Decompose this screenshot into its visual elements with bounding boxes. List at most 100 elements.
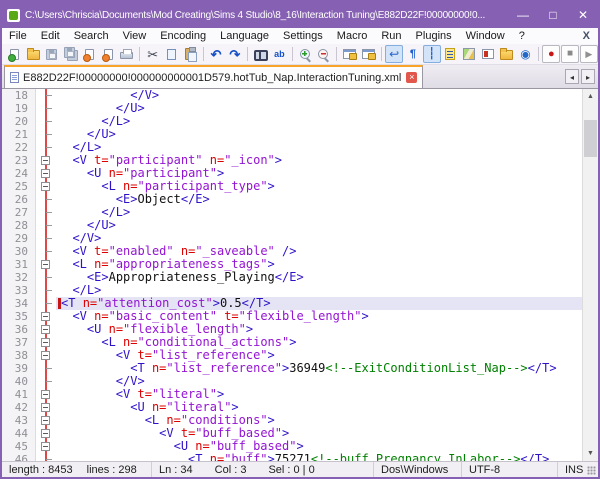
save-icon[interactable] xyxy=(43,45,61,63)
cut-icon[interactable]: ✂ xyxy=(144,45,162,63)
menu-item-window[interactable]: Window xyxy=(459,28,512,44)
tab-label: E882D22F!00000000!000000000001D579.hotTu… xyxy=(23,72,401,84)
fold-tick xyxy=(46,199,52,200)
fold-collapse-icon[interactable] xyxy=(41,260,50,269)
fold-collapse-icon[interactable] xyxy=(41,403,50,412)
line-number: 37 xyxy=(2,336,35,349)
document-list-icon[interactable] xyxy=(479,45,497,63)
fold-collapse-icon[interactable] xyxy=(41,156,50,165)
scroll-down-icon[interactable]: ▼ xyxy=(583,446,598,461)
document-map-icon[interactable] xyxy=(460,45,478,63)
menu-item-search[interactable]: Search xyxy=(67,28,116,44)
code-line[interactable]: </U> xyxy=(56,128,582,141)
copy-icon[interactable] xyxy=(163,45,181,63)
menu-item-settings[interactable]: Settings xyxy=(276,28,330,44)
code-line[interactable]: </U> xyxy=(56,102,582,115)
fold-margin xyxy=(36,89,56,461)
redo-icon[interactable]: ↷ xyxy=(226,45,244,63)
code-line[interactable]: </U> xyxy=(56,219,582,232)
fold-tick xyxy=(46,108,52,109)
sync-vertical-icon[interactable] xyxy=(341,45,359,63)
code-line[interactable]: <E>Appropriateness_Playing</E> xyxy=(56,271,582,284)
resize-grip[interactable] xyxy=(587,466,596,475)
fold-tick xyxy=(46,368,52,369)
fold-collapse-icon[interactable] xyxy=(41,390,50,399)
minimize-button[interactable]: — xyxy=(508,2,538,28)
fold-collapse-icon[interactable] xyxy=(41,169,50,178)
fold-row xyxy=(36,115,56,128)
fold-row xyxy=(36,167,56,180)
menu-item-encoding[interactable]: Encoding xyxy=(153,28,213,44)
close-icon[interactable] xyxy=(81,45,99,63)
open-file-icon[interactable] xyxy=(24,45,42,63)
sync-horizontal-icon[interactable] xyxy=(360,45,378,63)
fold-collapse-icon[interactable] xyxy=(41,351,50,360)
folder-as-workspace-icon[interactable] xyxy=(498,45,516,63)
fold-collapse-icon[interactable] xyxy=(41,442,50,451)
tab-scroll-right-icon[interactable]: ▸ xyxy=(581,69,595,84)
menu-item-macro[interactable]: Macro xyxy=(330,28,375,44)
find-icon[interactable] xyxy=(252,45,270,63)
text-area[interactable]: </V> </U> </L> </U> </L> <V t="participa… xyxy=(56,89,582,461)
undo-icon[interactable]: ↶ xyxy=(207,45,225,63)
status-selection: Sel : 0 | 0 xyxy=(268,464,314,476)
menu-item-run[interactable]: Run xyxy=(374,28,408,44)
fold-collapse-icon[interactable] xyxy=(41,312,50,321)
menu-item-edit[interactable]: Edit xyxy=(34,28,67,44)
menu-item-[interactable]: ? xyxy=(512,28,532,44)
menu-item-plugins[interactable]: Plugins xyxy=(409,28,459,44)
word-wrap-icon[interactable]: ↩ xyxy=(385,45,403,63)
status-eol-format: Dos\Windows xyxy=(374,462,462,477)
menu-item-view[interactable]: View xyxy=(116,28,154,44)
fold-tick xyxy=(46,147,52,148)
replace-icon[interactable]: ab xyxy=(270,45,288,63)
status-length: length : 8453 xyxy=(9,464,73,476)
line-number: 36 xyxy=(2,323,35,336)
code-line[interactable]: <E>Object</E> xyxy=(56,193,582,206)
zoom-out-icon[interactable] xyxy=(315,45,333,63)
paste-icon[interactable] xyxy=(181,45,199,63)
close-document-x-button[interactable]: X xyxy=(583,30,590,42)
stop-macro-icon[interactable]: ■ xyxy=(561,45,579,63)
code-line[interactable]: </L> xyxy=(56,115,582,128)
vertical-scrollbar[interactable]: ▲ ▼ xyxy=(582,89,598,461)
show-all-characters-icon[interactable]: ¶ xyxy=(404,45,422,63)
status-lines: lines : 298 xyxy=(87,464,137,476)
zoom-in-icon[interactable] xyxy=(296,45,314,63)
indent-guide-icon[interactable]: ┆ xyxy=(423,45,441,63)
fold-collapse-icon[interactable] xyxy=(41,325,50,334)
save-all-icon[interactable] xyxy=(62,45,80,63)
record-macro-icon[interactable]: ● xyxy=(542,45,560,63)
fold-collapse-icon[interactable] xyxy=(41,416,50,425)
function-list-icon[interactable] xyxy=(442,45,460,63)
code-line[interactable]: <T n="buff">75271<!--buff_Pregnancy_InLa… xyxy=(56,453,582,461)
print-icon xyxy=(120,52,133,59)
line-number: 40 xyxy=(2,375,35,388)
toolbar: ✂ ↶↷ ab ↩¶┆ ◉ ●■▶ xyxy=(2,44,598,65)
tab-close-icon[interactable]: × xyxy=(406,72,417,83)
fold-tick xyxy=(46,290,52,291)
tab-scroll-left-icon[interactable]: ◂ xyxy=(565,69,579,84)
line-number: 41 xyxy=(2,388,35,401)
fold-collapse-icon[interactable] xyxy=(41,182,50,191)
code-line[interactable]: </L> xyxy=(56,206,582,219)
tab-active-document[interactable]: E882D22F!00000000!000000000001D579.hotTu… xyxy=(4,65,423,88)
menu-item-language[interactable]: Language xyxy=(213,28,276,44)
fold-collapse-icon[interactable] xyxy=(41,429,50,438)
line-number: 28 xyxy=(2,219,35,232)
toolbar-separator xyxy=(538,47,539,61)
close-button[interactable]: ✕ xyxy=(568,2,598,28)
play-macro-icon[interactable]: ▶ xyxy=(580,45,598,63)
fold-tick xyxy=(46,121,52,122)
close-all-icon[interactable] xyxy=(99,45,117,63)
print-icon[interactable] xyxy=(118,45,136,63)
maximize-button[interactable]: □ xyxy=(538,2,568,28)
zoom-out-icon xyxy=(317,48,330,61)
menu-item-file[interactable]: File xyxy=(2,28,34,44)
line-number: 23 xyxy=(2,154,35,167)
scroll-up-icon[interactable]: ▲ xyxy=(583,89,598,104)
fold-collapse-icon[interactable] xyxy=(41,338,50,347)
view-eye-icon[interactable]: ◉ xyxy=(517,45,535,63)
scrollbar-thumb[interactable] xyxy=(584,120,597,157)
new-file-icon[interactable] xyxy=(6,45,24,63)
